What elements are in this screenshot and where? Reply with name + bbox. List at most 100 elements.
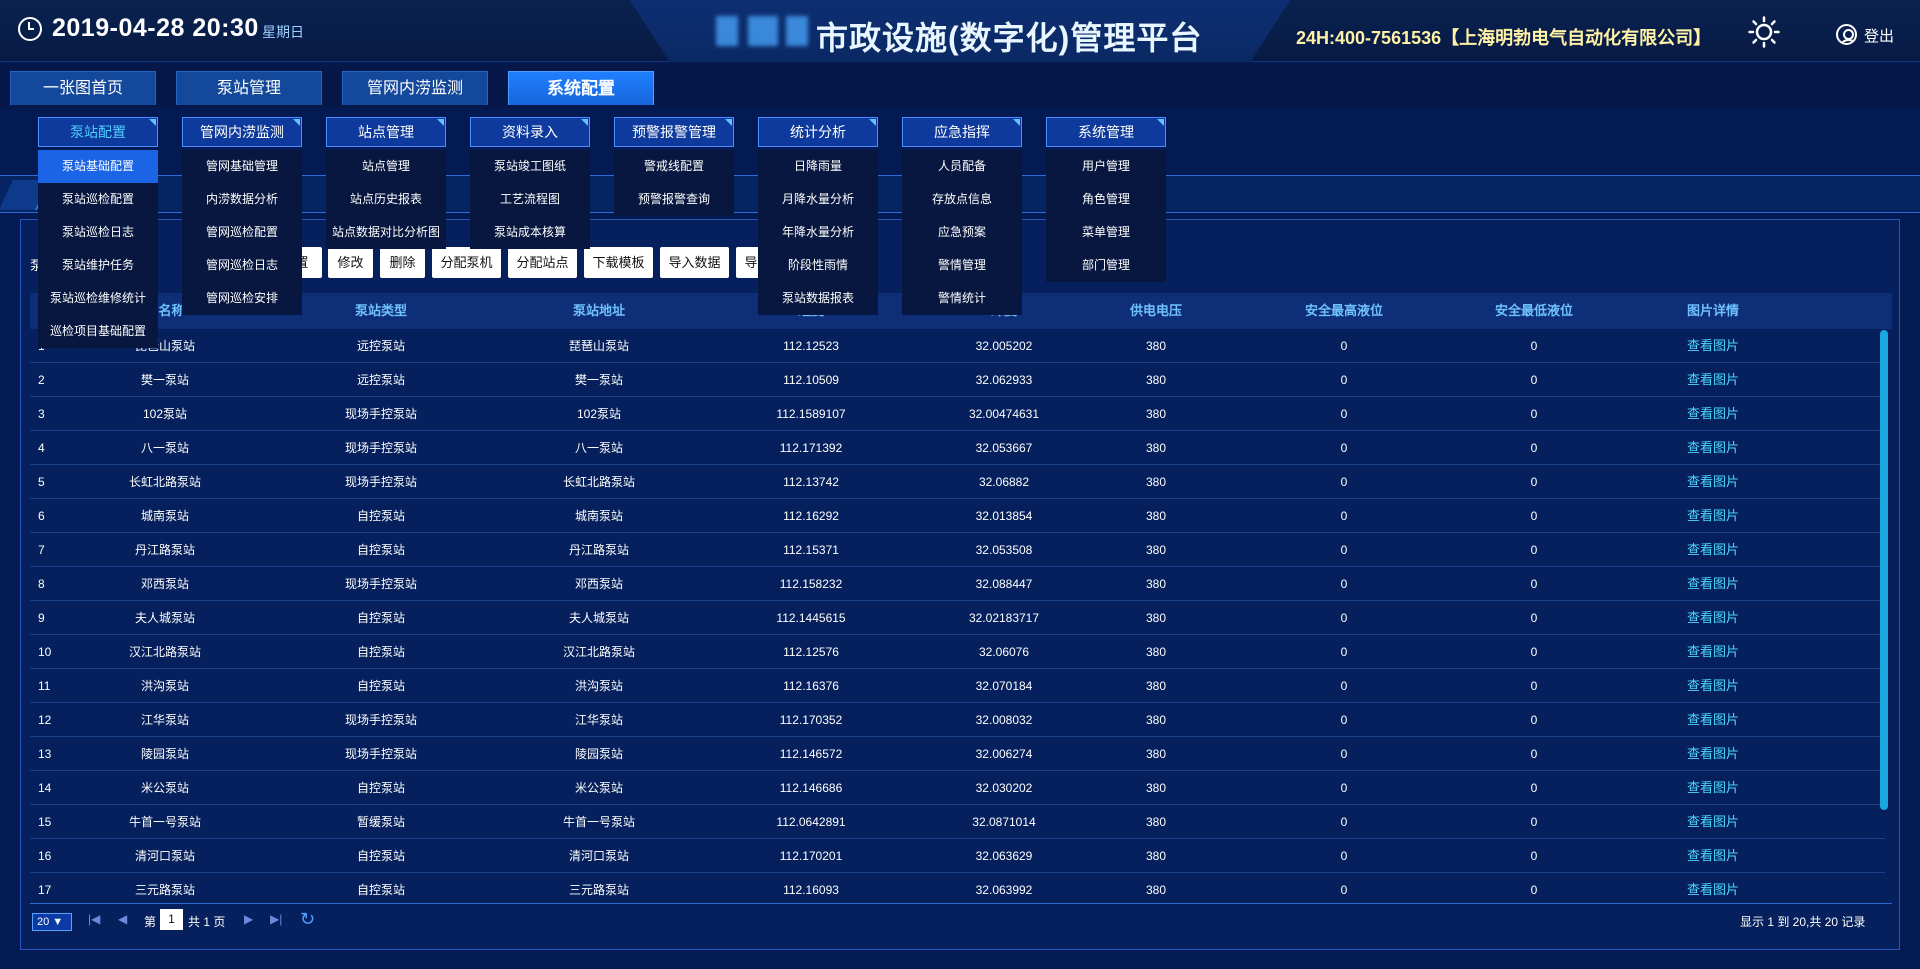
menu-item[interactable]: 巡检项目基础配置 [38, 315, 158, 348]
next-page-icon[interactable]: ▶ [244, 912, 253, 926]
table-row[interactable]: 14 米公泵站 自控泵站 米公泵站 112.146686 32.030202 380 0 0 查看… [30, 771, 1885, 805]
view-image-link[interactable]: 查看图片 [1687, 431, 1739, 465]
table-row[interactable]: 6 城南泵站 自控泵站 城南泵站 112.16292 32.013854 380 0 0 查看图片 [30, 499, 1885, 533]
menu-item[interactable]: 日降雨量 [758, 150, 878, 183]
assign-site-button[interactable]: 分配站点 [508, 247, 577, 278]
table-row[interactable]: 10 汉江北路泵站 自控泵站 汉江北路泵站 112.12576 32.06076 380 0 0… [30, 635, 1885, 669]
view-image-link[interactable]: 查看图片 [1687, 601, 1739, 635]
table-row[interactable]: 12 江华泵站 现场手控泵站 江华泵站 112.170352 32.008032 380 0 0… [30, 703, 1885, 737]
view-image-link[interactable]: 查看图片 [1687, 397, 1739, 431]
menu-item[interactable]: 泵站维护任务 [38, 249, 158, 282]
table-row[interactable]: 15 牛首一号泵站 暂缓泵站 牛首一号泵站 112.0642891 32.0871014 3… [30, 805, 1885, 839]
menu-header[interactable]: 系统管理 [1046, 117, 1166, 147]
view-image-link[interactable]: 查看图片 [1687, 737, 1739, 771]
table-row[interactable]: 2 樊一泵站 远控泵站 樊一泵站 112.10509 32.062933 380 0 0 查看图片 [30, 363, 1885, 397]
menu-item[interactable]: 管网巡检日志 [182, 249, 302, 282]
menu-item[interactable]: 警戒线配置 [614, 150, 734, 183]
menu-item[interactable]: 用户管理 [1046, 150, 1166, 183]
import-data-button[interactable]: 导入数据 [660, 247, 729, 278]
menu-item[interactable]: 管网基础管理 [182, 150, 302, 183]
menu-item[interactable]: 泵站巡检维修统计 [38, 282, 158, 315]
page-size-select[interactable]: 20 ▼ [32, 913, 72, 931]
view-image-link[interactable]: 查看图片 [1687, 771, 1739, 805]
table-row[interactable]: 8 邓西泵站 现场手控泵站 邓西泵站 112.158232 32.088447 380 0 0 查… [30, 567, 1885, 601]
menu-item[interactable]: 管网巡检配置 [182, 216, 302, 249]
menu-item[interactable]: 内涝数据分析 [182, 183, 302, 216]
view-image-link[interactable]: 查看图片 [1687, 363, 1739, 397]
column-header[interactable]: 泵站地址 [573, 293, 625, 329]
table-row[interactable]: 9 夫人城泵站 自控泵站 夫人城泵站 112.1445615 32.02183717 380… [30, 601, 1885, 635]
menu-item[interactable]: 警情统计 [902, 282, 1022, 315]
menu-item[interactable]: 管网巡检安排 [182, 282, 302, 315]
view-image-link[interactable]: 查看图片 [1687, 533, 1739, 567]
last-page-icon[interactable]: ▶| [270, 912, 282, 926]
menu-item[interactable]: 警情管理 [902, 249, 1022, 282]
menu-item[interactable]: 泵站基础配置 [38, 150, 158, 183]
column-header[interactable]: 安全最高液位 [1305, 293, 1383, 329]
menu-header[interactable]: 资料录入 [470, 117, 590, 147]
logout-button[interactable]: 登出 [1864, 25, 1894, 46]
table-row[interactable]: 16 清河口泵站 自控泵站 清河口泵站 112.170201 32.063629 380 0 0… [30, 839, 1885, 873]
edit-button[interactable]: 修改 [328, 247, 373, 278]
menu-header[interactable]: 管网内涝监测 [182, 117, 302, 147]
menu-item[interactable]: 站点历史报表 [326, 183, 446, 216]
download-template-button[interactable]: 下载模板 [584, 247, 653, 278]
view-image-link[interactable]: 查看图片 [1687, 329, 1739, 363]
menu-header[interactable]: 站点管理 [326, 117, 446, 147]
table-row[interactable]: 17 三元路泵站 自控泵站 三元路泵站 112.16093 32.063992 380 0 0 查… [30, 873, 1885, 902]
view-image-link[interactable]: 查看图片 [1687, 703, 1739, 737]
tab-map-home[interactable]: 一张图首页 [10, 71, 156, 105]
menu-item[interactable]: 泵站竣工图纸 [470, 150, 590, 183]
menu-item[interactable]: 泵站成本核算 [470, 216, 590, 249]
menu-header[interactable]: 泵站配置 [38, 117, 158, 147]
menu-item[interactable]: 工艺流程图 [470, 183, 590, 216]
table-row[interactable]: 7 丹江路泵站 自控泵站 丹江路泵站 112.15371 32.053508 380 0 0 查看… [30, 533, 1885, 567]
view-image-link[interactable]: 查看图片 [1687, 669, 1739, 703]
menu-item[interactable]: 泵站巡检配置 [38, 183, 158, 216]
menu-item[interactable]: 角色管理 [1046, 183, 1166, 216]
view-image-link[interactable]: 查看图片 [1687, 567, 1739, 601]
delete-button[interactable]: 删除 [380, 247, 425, 278]
menu-item[interactable]: 泵站数据报表 [758, 282, 878, 315]
table-scrollbar[interactable] [1880, 330, 1888, 810]
menu-item[interactable]: 人员配备 [902, 150, 1022, 183]
column-header[interactable]: 安全最低液位 [1495, 293, 1573, 329]
tab-pump-management[interactable]: 泵站管理 [176, 71, 322, 105]
assign-pump-button[interactable]: 分配泵机 [432, 247, 501, 278]
table-row[interactable]: 11 洪沟泵站 自控泵站 洪沟泵站 112.16376 32.070184 380 0 0 查看图… [30, 669, 1885, 703]
view-image-link[interactable]: 查看图片 [1687, 805, 1739, 839]
menu-item[interactable]: 预警报警查询 [614, 183, 734, 216]
menu-item[interactable]: 月降水量分析 [758, 183, 878, 216]
menu-header[interactable]: 应急指挥 [902, 117, 1022, 147]
refresh-icon[interactable]: ↻ [300, 909, 315, 930]
menu-item[interactable]: 泵站巡检日志 [38, 216, 158, 249]
prev-page-icon[interactable]: ◀ [118, 912, 127, 926]
menu-item[interactable]: 阶段性雨情 [758, 249, 878, 282]
view-image-link[interactable]: 查看图片 [1687, 635, 1739, 669]
menu-item[interactable]: 菜单管理 [1046, 216, 1166, 249]
tab-system-config[interactable]: 系统配置 [508, 71, 654, 105]
tab-pipe-monitoring[interactable]: 管网内涝监测 [342, 71, 488, 105]
menu-item[interactable]: 应急预案 [902, 216, 1022, 249]
menu-item[interactable]: 存放点信息 [902, 183, 1022, 216]
menu-item[interactable]: 站点数据对比分析图 [326, 216, 446, 249]
column-header[interactable]: 供电电压 [1130, 293, 1182, 329]
view-image-link[interactable]: 查看图片 [1687, 839, 1739, 873]
table-row[interactable]: 4 八一泵站 现场手控泵站 八一泵站 112.171392 32.053667 380 0 0 查… [30, 431, 1885, 465]
first-page-icon[interactable]: |◀ [88, 912, 100, 926]
table-row[interactable]: 3 102泵站 现场手控泵站 102泵站 112.1589107 32.00474631 3… [30, 397, 1885, 431]
view-image-link[interactable]: 查看图片 [1687, 873, 1739, 902]
user-icon[interactable] [1836, 24, 1857, 45]
menu-header[interactable]: 统计分析 [758, 117, 878, 147]
column-header[interactable]: 泵站类型 [355, 293, 407, 329]
column-header[interactable]: 图片详情 [1687, 293, 1739, 329]
menu-item[interactable]: 站点管理 [326, 150, 446, 183]
table-row[interactable]: 1琵琶山泵站远控泵站琵琶山泵站112.1252332.00520238000查看… [30, 329, 1885, 363]
page-number-input[interactable]: 1 [160, 909, 183, 930]
menu-item[interactable]: 部门管理 [1046, 249, 1166, 282]
table-row[interactable]: 13 陵园泵站 现场手控泵站 陵园泵站 112.146572 32.006274 380 0 0… [30, 737, 1885, 771]
menu-header[interactable]: 预警报警管理 [614, 117, 734, 147]
brightness-icon[interactable] [1748, 16, 1780, 48]
view-image-link[interactable]: 查看图片 [1687, 499, 1739, 533]
table-row[interactable]: 5 长虹北路泵站 现场手控泵站 长虹北路泵站 112.13742 32.06882 380 0… [30, 465, 1885, 499]
